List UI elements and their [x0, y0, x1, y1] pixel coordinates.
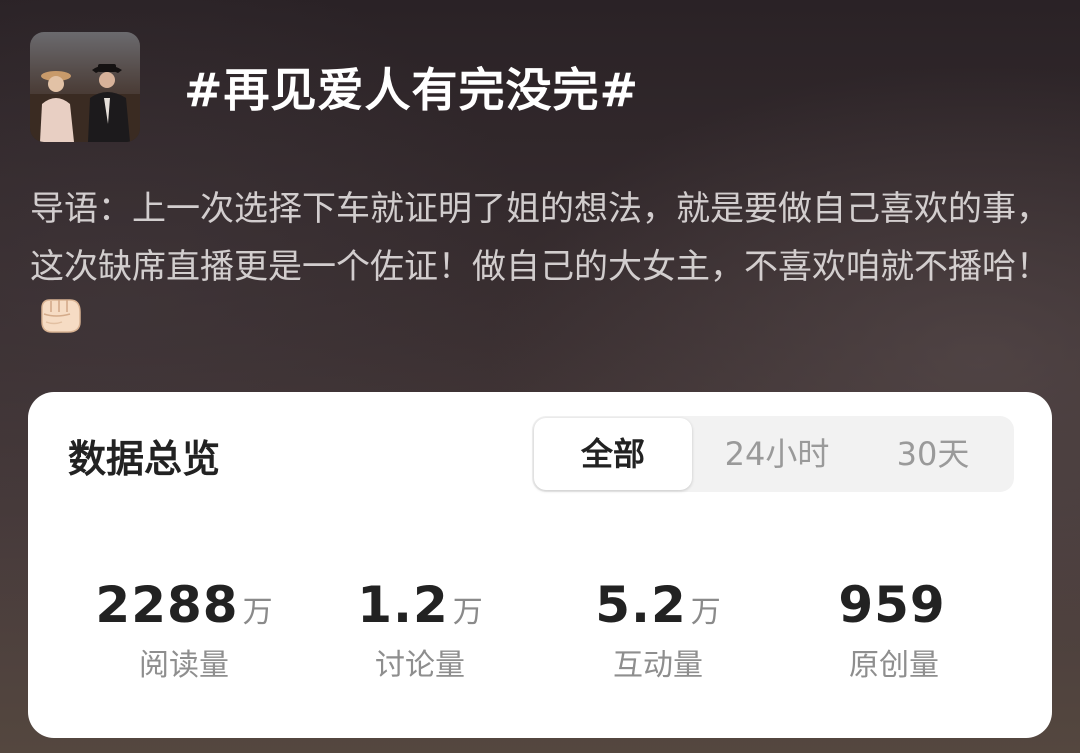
fist-icon	[36, 292, 84, 354]
stat-label: 原创量	[849, 648, 939, 683]
time-range-selector: 全部 24小时 30天	[532, 416, 1014, 492]
card-title: 数据总览	[68, 437, 221, 481]
tab-30-days[interactable]: 30天	[854, 416, 1012, 492]
stat-number: 1.2	[357, 576, 449, 634]
stat-number: 5.2	[595, 576, 687, 634]
stat-label: 讨论量	[375, 648, 465, 683]
tab-24-hours[interactable]: 24小时	[696, 416, 858, 492]
stat-number: 2288	[95, 576, 239, 634]
stat-number: 959	[838, 576, 946, 634]
stat-unit: 万	[242, 595, 273, 630]
stat-label: 阅读量	[139, 648, 229, 683]
stat-original-count: 959 原创量	[774, 576, 1014, 684]
data-overview-card: 数据总览 全部 24小时 30天 2288 万 阅读量 1.2 万 讨论量 5.2 万…	[28, 392, 1052, 738]
stat-value: 2288 万	[64, 576, 304, 634]
stat-unit: 万	[452, 595, 483, 630]
stat-value: 959	[774, 576, 1014, 634]
topic-title: #再见爱人有完没完#	[184, 63, 640, 117]
stat-read-count: 2288 万 阅读量	[64, 576, 304, 684]
stat-value: 5.2 万	[538, 576, 778, 634]
stat-label: 互动量	[613, 648, 703, 683]
topic-cover-image[interactable]	[30, 32, 140, 142]
topic-intro: 导语：上一次选择下车就证明了姐的想法，就是要做自己喜欢的事，这次缺席直播更是一个…	[30, 180, 1050, 354]
stat-discussion-count: 1.2 万 讨论量	[300, 576, 540, 684]
topic-header: #再见爱人有完没完#	[30, 32, 639, 142]
intro-text: 导语：上一次选择下车就证明了姐的想法，就是要做自己喜欢的事，这次缺席直播更是一个…	[30, 189, 1050, 287]
stat-interaction-count: 5.2 万 互动量	[538, 576, 778, 684]
tab-all[interactable]: 全部	[534, 418, 692, 490]
stat-unit: 万	[690, 595, 721, 630]
stat-value: 1.2 万	[300, 576, 540, 634]
